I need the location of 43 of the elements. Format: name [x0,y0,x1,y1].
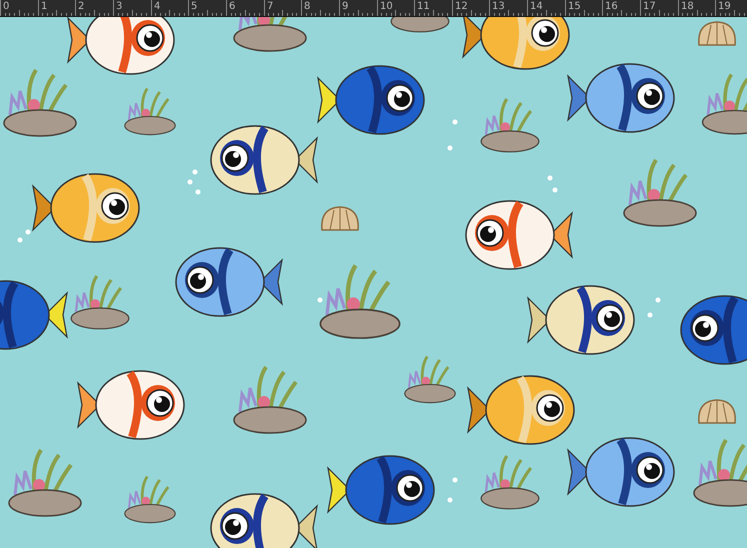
ruler-label: 7 [267,1,274,13]
coral-reef-drawing [702,72,747,135]
coral-reef-drawing [693,438,747,507]
ruler-label: 12 [455,1,468,13]
shell-drawing [698,399,736,424]
ruler-label: 13 [492,1,505,13]
coral-reef-drawing [390,17,450,32]
shell-drawing [698,21,736,46]
coral-reef-drawing [480,454,540,510]
coral-reef-drawing [404,355,456,404]
bubble-icon [448,146,452,150]
ruler-label: 11 [417,1,430,13]
coral-reef-drawing [124,475,176,524]
bubble-icon [318,298,322,302]
coral-reef-drawing [70,274,130,330]
bubble-icon [452,120,458,124]
ruler-label: 19 [718,1,731,13]
ruler-label: 10 [380,1,393,13]
ruler-label: 8 [304,1,310,13]
ruler-label: 1 [41,1,48,13]
ruler-label: 15 [568,1,581,13]
fish-drawing [680,295,747,365]
bubble-icon [648,312,652,318]
ruler-label: 4 [154,1,160,13]
coral-reef-drawing [480,97,540,152]
shell-drawing [321,206,359,231]
bubble-icon [448,498,452,502]
coral-reef-drawing [124,87,176,136]
bubble-icon [452,478,458,482]
bubble-icon [548,176,552,180]
ruler-label: 0 [3,1,10,13]
ruler-label: 18 [681,1,694,13]
bubble-icon [656,298,660,302]
ruler-label: 16 [605,1,618,13]
ruler-label: 14 [530,1,543,13]
ruler-label: 17 [643,1,656,13]
ruler-label: 9 [342,1,348,13]
fish-drawing [0,280,68,350]
ruler-label: 6 [229,1,236,13]
bubble-icon [552,188,558,192]
ruler-label: 2 [78,1,84,13]
ruler-label: 5 [191,1,198,13]
ruler-label: 3 [116,1,122,13]
